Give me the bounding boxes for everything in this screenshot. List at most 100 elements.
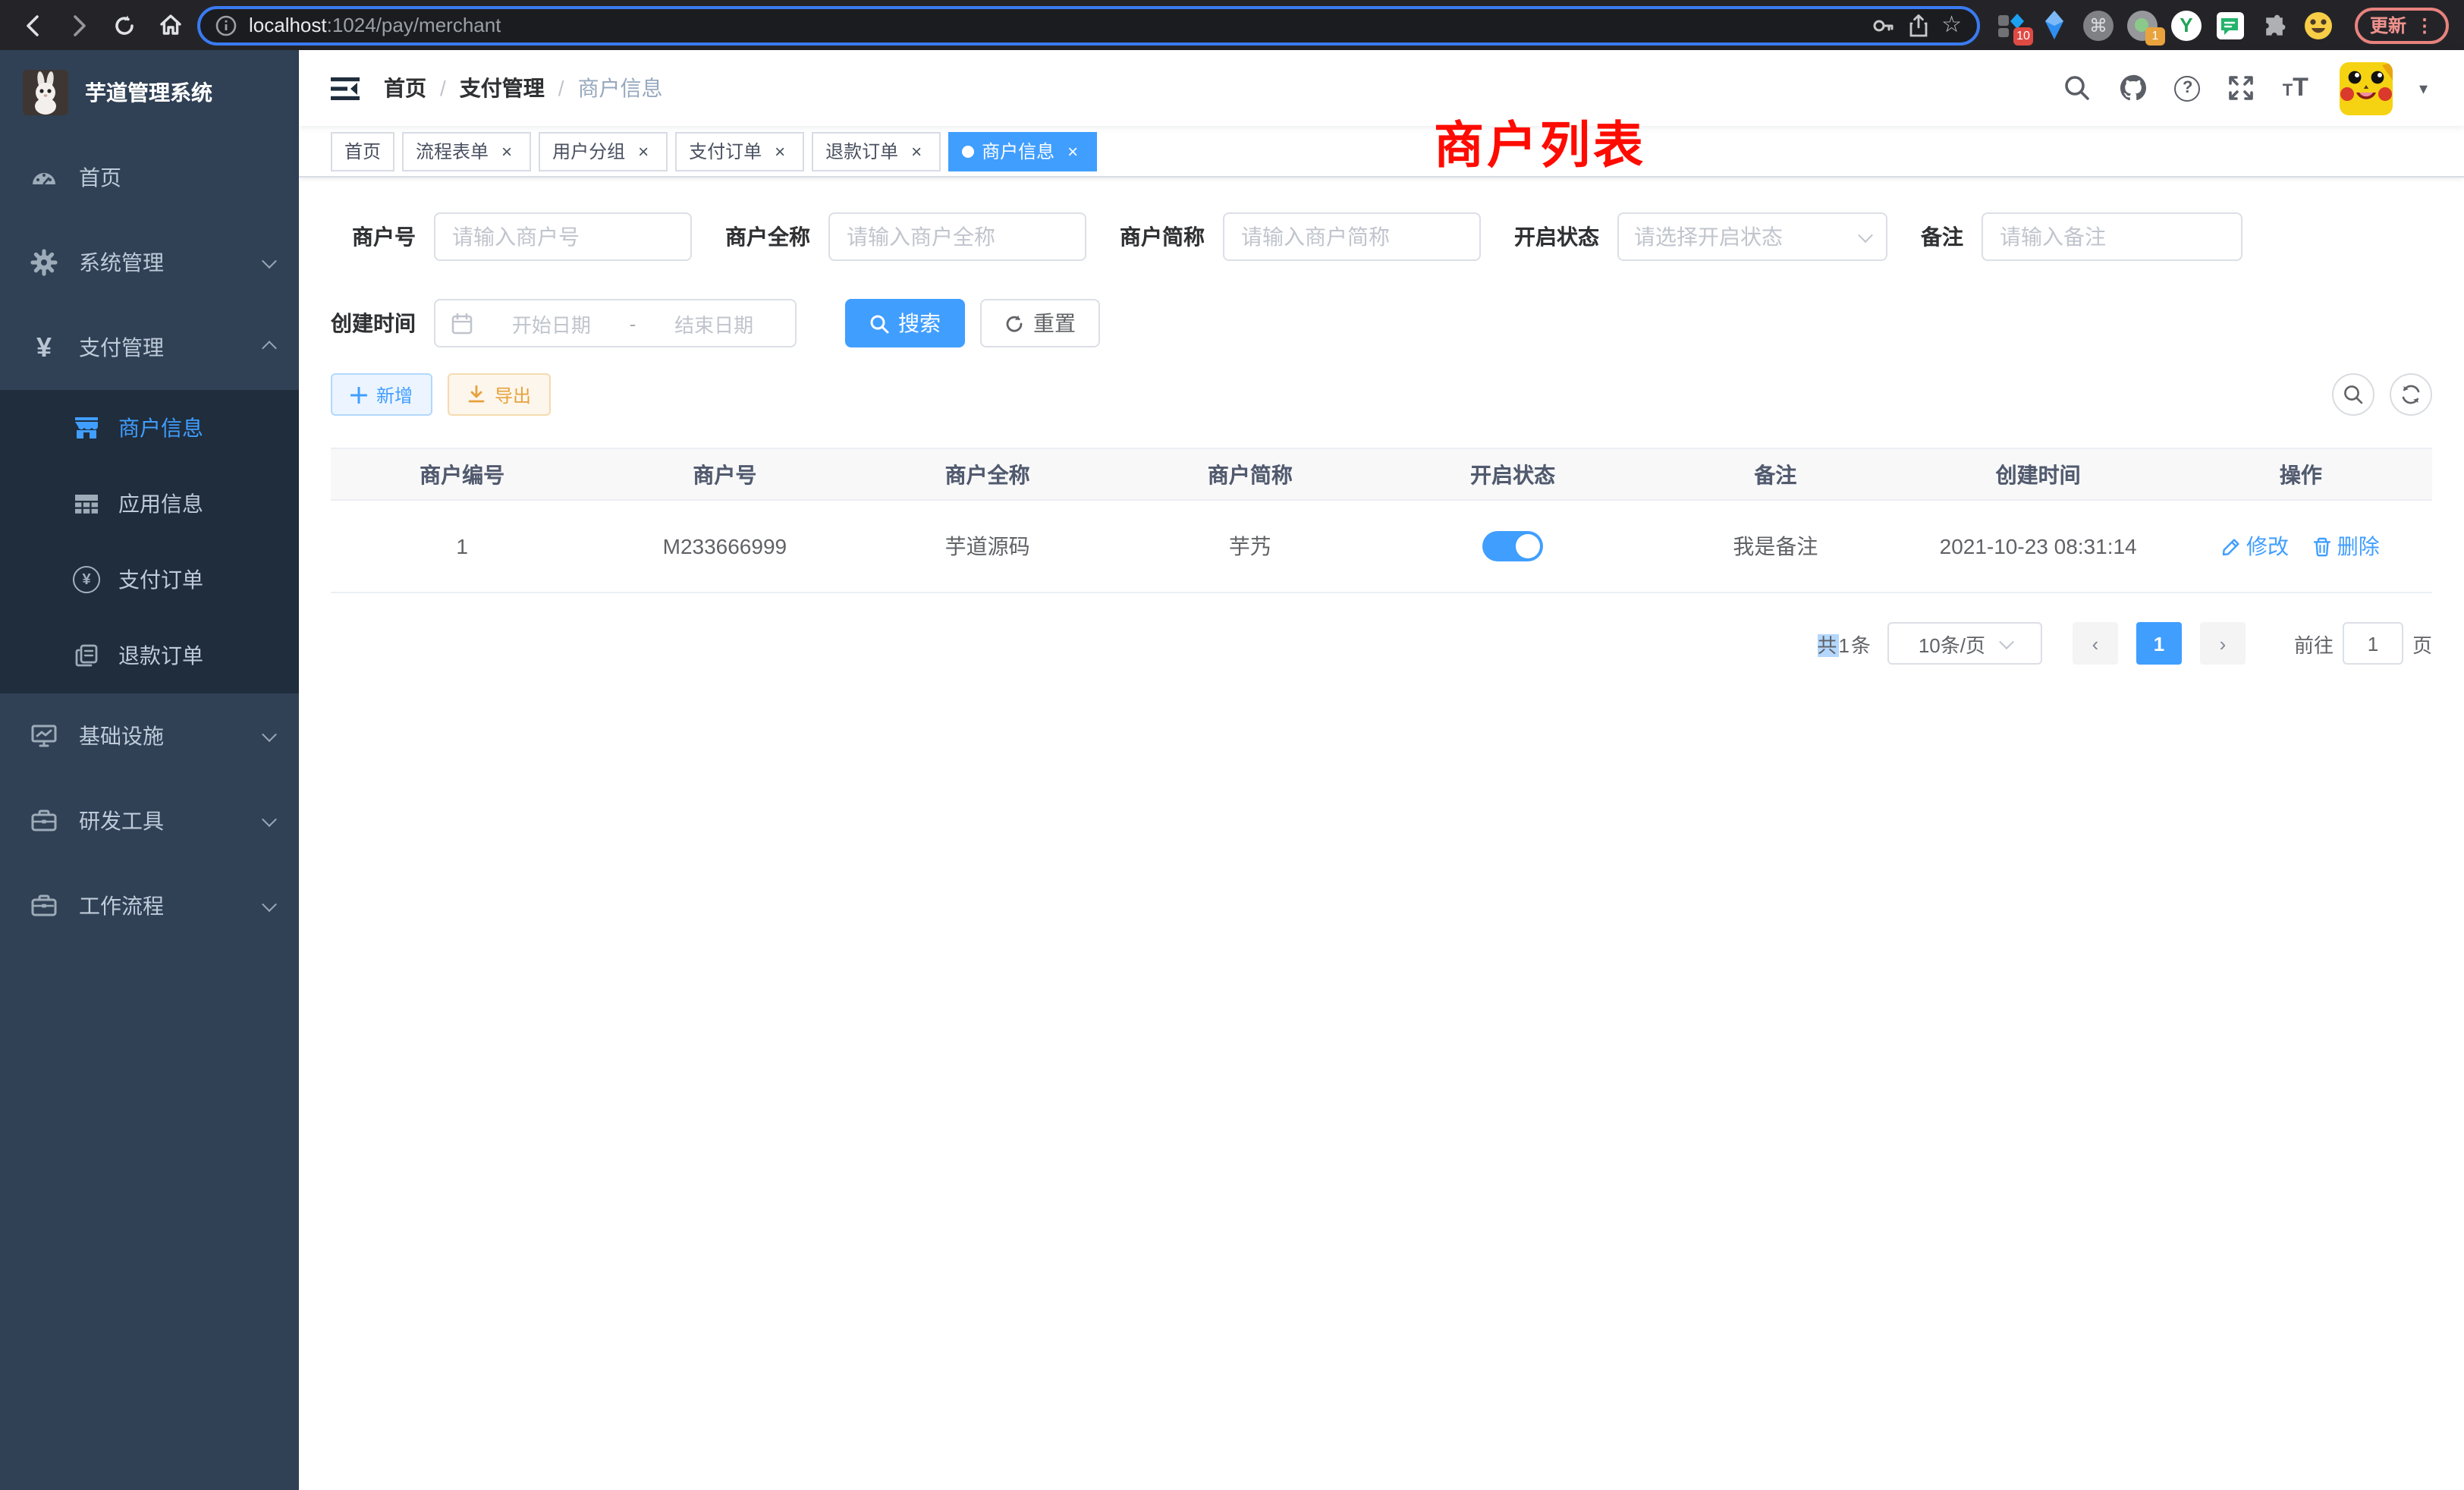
- recorder-extension-icon[interactable]: 1: [2127, 10, 2158, 40]
- search-button[interactable]: 搜索: [845, 299, 965, 347]
- search-icon: [2343, 384, 2364, 405]
- sidebar-item-app-info[interactable]: 应用信息: [0, 466, 299, 542]
- tab-user-group[interactable]: 用户分组×: [539, 131, 668, 171]
- help-icon[interactable]: ?: [2175, 75, 2201, 101]
- sidebar-item-label: 支付管理: [79, 332, 264, 363]
- font-size-icon[interactable]: TT: [2283, 73, 2308, 103]
- user-avatar[interactable]: [2340, 61, 2393, 115]
- merchant-no-input[interactable]: [434, 212, 692, 261]
- tab-close-icon[interactable]: ×: [769, 140, 790, 162]
- col-header-id: 商户编号: [331, 448, 593, 500]
- header-search-icon[interactable]: [2063, 73, 2093, 103]
- main-content: 首页 / 支付管理 / 商户信息 ?: [299, 50, 2464, 1490]
- url-host: localhost: [249, 14, 327, 36]
- filter-label: 商户全称: [725, 222, 810, 252]
- breadcrumb-separator: /: [440, 76, 446, 100]
- filter-label: 备注: [1921, 222, 1963, 252]
- refresh-table-button[interactable]: [2390, 373, 2432, 416]
- breadcrumb-home[interactable]: 首页: [384, 73, 426, 103]
- add-button[interactable]: 新增: [331, 373, 432, 416]
- tab-refund-order[interactable]: 退款订单×: [812, 131, 941, 171]
- sidebar-item-infrastructure[interactable]: 基础设施: [0, 693, 299, 778]
- prev-page-button[interactable]: ‹: [2073, 622, 2118, 665]
- github-icon[interactable]: [2119, 73, 2149, 103]
- y-extension-icon[interactable]: Y: [2171, 10, 2202, 40]
- full-name-input[interactable]: [828, 212, 1086, 261]
- status-toggle[interactable]: [1482, 531, 1543, 561]
- browser-update-button[interactable]: 更新 ⋮: [2355, 7, 2449, 43]
- toolbox-icon: [30, 807, 58, 835]
- export-button[interactable]: 导出: [448, 373, 551, 416]
- tab-close-icon[interactable]: ×: [906, 140, 927, 162]
- sidebar-item-payment[interactable]: ¥ 支付管理: [0, 305, 299, 390]
- delete-link[interactable]: 删除: [2313, 531, 2380, 561]
- edit-link[interactable]: 修改: [2222, 531, 2289, 561]
- tab-merchant-info[interactable]: 商户信息×: [948, 131, 1097, 171]
- sidebar-item-dev-tools[interactable]: 研发工具: [0, 778, 299, 863]
- cell-remark: 我是备注: [1644, 500, 1906, 593]
- total-count: 1: [1838, 633, 1850, 656]
- tab-label: 首页: [344, 138, 381, 164]
- sidebar-item-label: 退款订单: [118, 640, 275, 671]
- sidebar-item-workflow[interactable]: 工作流程: [0, 863, 299, 948]
- gem-extension-icon[interactable]: [2039, 10, 2070, 40]
- tab-close-icon[interactable]: ×: [1062, 140, 1083, 162]
- large-t: T: [2293, 73, 2308, 103]
- address-bar[interactable]: localhost:1024/pay/merchant ☆: [197, 5, 1980, 45]
- chat-extension-icon[interactable]: [2215, 10, 2246, 40]
- sidebar-item-home[interactable]: 首页: [0, 135, 299, 220]
- sidebar-collapse-button[interactable]: [320, 62, 372, 114]
- reload-icon: [112, 13, 137, 37]
- create-time-range-picker[interactable]: 开始日期 - 结束日期: [434, 299, 797, 347]
- tags-view-bar: 首页 流程表单× 用户分组× 支付订单× 退款订单× 商户信息×: [299, 126, 2464, 178]
- page-content: 商户号 商户全称 商户简称 开启状态 请选择开启状态: [299, 178, 2464, 1490]
- edit-label: 修改: [2246, 531, 2289, 561]
- browser-menu-icon[interactable]: ⋮: [2415, 14, 2434, 36]
- remark-input[interactable]: [1982, 212, 2242, 261]
- puzzle-extensions-icon[interactable]: [2259, 10, 2290, 40]
- tab-home[interactable]: 首页: [331, 131, 394, 171]
- toggle-search-button[interactable]: [2332, 373, 2374, 416]
- reset-button[interactable]: 重置: [980, 299, 1100, 347]
- delete-label: 删除: [2337, 531, 2380, 561]
- col-header-short-name: 商户简称: [1119, 448, 1381, 500]
- browser-reload-button[interactable]: [106, 7, 143, 43]
- bookmark-star-icon[interactable]: ☆: [1941, 14, 1962, 36]
- page-size-select[interactable]: 10条/页: [1887, 622, 2042, 665]
- fullscreen-icon[interactable]: [2227, 73, 2257, 103]
- emoji-extension-icon[interactable]: [2303, 10, 2334, 40]
- sidebar-item-refund-order[interactable]: 退款订单: [0, 618, 299, 693]
- sidebar-logo[interactable]: 芋道管理系统: [0, 50, 299, 135]
- breadcrumb-payment[interactable]: 支付管理: [460, 73, 545, 103]
- browser-back-button[interactable]: [15, 7, 52, 43]
- sidebar-item-pay-order[interactable]: ¥ 支付订单: [0, 542, 299, 618]
- col-header-create-time: 创建时间: [1907, 448, 2170, 500]
- active-tab-dot: [962, 145, 974, 157]
- browser-home-button[interactable]: [152, 7, 188, 43]
- short-name-input[interactable]: [1223, 212, 1481, 261]
- sidebar-item-label: 支付订单: [118, 564, 275, 595]
- sidebar-item-merchant-info[interactable]: 商户信息: [0, 390, 299, 466]
- extensions-manager-icon[interactable]: 10: [1995, 10, 2026, 40]
- avatar-caret-icon[interactable]: ▾: [2419, 78, 2428, 98]
- app-title: 芋道管理系统: [85, 77, 212, 108]
- sidebar-item-label: 应用信息: [118, 489, 275, 519]
- merchant-table: 商户编号 商户号 商户全称 商户简称 开启状态 备注 创建时间 操作 1: [331, 448, 2432, 593]
- browser-forward-button[interactable]: [61, 7, 97, 43]
- page-number-button[interactable]: 1: [2136, 622, 2182, 665]
- tab-close-icon[interactable]: ×: [496, 140, 517, 162]
- tab-process-form[interactable]: 流程表单×: [402, 131, 531, 171]
- tab-close-icon[interactable]: ×: [633, 140, 654, 162]
- tab-pay-order[interactable]: 支付订单×: [675, 131, 804, 171]
- goto-page-input[interactable]: [2343, 622, 2403, 665]
- dashboard-icon: [30, 164, 58, 191]
- next-page-button[interactable]: ›: [2200, 622, 2246, 665]
- table-grid-icon: [73, 490, 100, 517]
- sidebar-item-system[interactable]: 系统管理: [0, 220, 299, 305]
- share-icon[interactable]: [1906, 13, 1929, 37]
- command-extension-icon[interactable]: ⌘: [2083, 10, 2114, 40]
- url-text: localhost:1024/pay/merchant: [249, 14, 501, 36]
- site-info-icon[interactable]: [215, 14, 237, 36]
- password-key-icon[interactable]: [1870, 13, 1894, 37]
- status-select[interactable]: 请选择开启状态: [1617, 212, 1887, 261]
